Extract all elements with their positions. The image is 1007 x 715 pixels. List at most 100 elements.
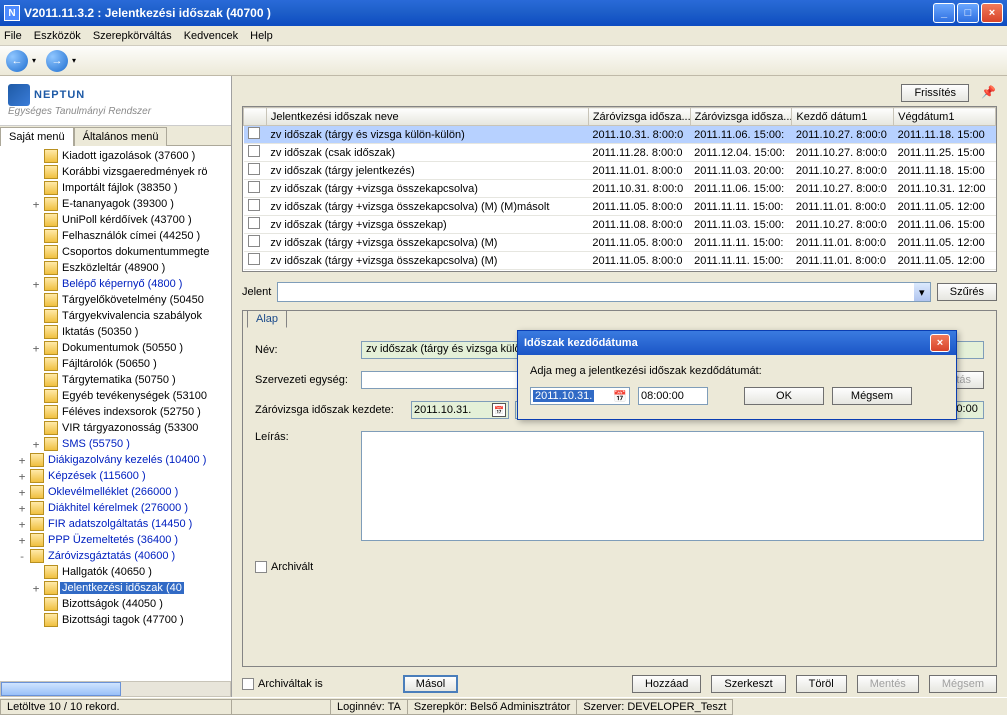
tree-item[interactable]: +Dokumentumok (50550 ) [2,340,229,356]
tree-item[interactable]: Kiadott igazolások (37600 ) [2,148,229,164]
tree-h-scrollbar[interactable] [0,681,231,697]
edit-button[interactable]: Szerkeszt [711,675,785,693]
delete-button[interactable]: Töröl [796,675,847,693]
menu-fav[interactable]: Kedvencek [184,30,238,42]
left-tabs: Saját menü Általános menü [0,126,231,146]
table-row[interactable]: zv időszak (tárgy +vizsga összekapcsolva… [244,252,996,270]
filter-combo[interactable]: ▾ [277,282,930,302]
maximize-button[interactable]: □ [957,3,979,23]
table-row[interactable]: zv időszak (tárgy jelentkezés)2011.11.01… [244,162,996,180]
tree-item[interactable]: +Jelentkezési időszak (40 [2,580,229,596]
tree-item[interactable]: Féléves indexsorok (52750 ) [2,404,229,420]
column-header[interactable]: Végdátum1 [894,108,996,126]
tree-item[interactable]: Bizottságok (44050 ) [2,596,229,612]
table-row[interactable]: zv időszak (tárgy és vizsga külön-külön)… [244,126,996,144]
menu-help[interactable]: Help [250,30,273,42]
dialog-time-input[interactable]: 08:00:00 [638,387,708,405]
records-table[interactable]: Jelentkezési időszak neveZáróvizsga idős… [242,106,997,272]
tree-item[interactable]: +Diákigazolvány kezelés (10400 ) [2,452,229,468]
filter-button[interactable]: Szűrés [937,283,997,301]
form-tab-basic[interactable]: Alap [247,310,287,328]
tree-item[interactable]: +E-tananyagok (39300 ) [2,196,229,212]
tree-item[interactable]: Tárgyekvivalencia szabályok [2,308,229,324]
calendar-icon[interactable]: 📅 [492,403,506,417]
row-checkbox[interactable] [248,127,260,139]
tab-general-menu[interactable]: Általános menü [74,127,168,146]
tree-item[interactable]: +SMS (55750 ) [2,436,229,452]
tree-item[interactable]: Eszközleltár (48900 ) [2,260,229,276]
cancel-button[interactable]: Mégsem [929,675,997,693]
row-checkbox[interactable] [248,235,260,247]
tree-item[interactable]: Korábbi vizsgaeredmények rö [2,164,229,180]
copy-button[interactable]: Másol [403,675,458,693]
row-checkbox[interactable] [248,145,260,157]
tree-item[interactable]: -Záróvizsgáztatás (40600 ) [2,548,229,564]
tree-item[interactable]: Hallgatók (40650 ) [2,564,229,580]
table-row[interactable]: zv időszak (tárgy +vizsga összekapcsolva… [244,180,996,198]
folder-icon [30,469,44,483]
tree-item[interactable]: Felhasználók címei (44250 ) [2,228,229,244]
logo-area: NEPTUN Egységes Tanulmányi Rendszer [0,76,231,126]
tree-item[interactable]: +PPP Üzemeltetés (36400 ) [2,532,229,548]
nav-tree[interactable]: Kiadott igazolások (37600 )Korábbi vizsg… [0,146,231,681]
row-checkbox[interactable] [248,181,260,193]
table-row[interactable]: zv időszak (tárgy +vizsga összekapcsolva… [244,234,996,252]
tree-item[interactable]: Bizottsági tagok (47700 ) [2,612,229,628]
menu-tools[interactable]: Eszközök [34,30,81,42]
row-checkbox[interactable] [248,271,260,272]
dialog-ok-button[interactable]: OK [744,387,824,405]
refresh-button[interactable]: Frissítés [901,84,969,102]
tree-item[interactable]: +Belépő képernyő (4800 ) [2,276,229,292]
table-row[interactable]: 2011.11.13. 8:00:02011.11.17. 12:00 [244,270,996,273]
nav-forward-button[interactable]: → [46,50,68,72]
tree-item[interactable]: Csoportos dokumentummegte [2,244,229,260]
tree-item[interactable]: Fájltárolók (50650 ) [2,356,229,372]
column-header[interactable]: Záróvizsga idősza... [690,108,792,126]
start-date-input[interactable]: 2011.10.31.📅 [411,401,509,419]
tree-item[interactable]: UniPoll kérdőívek (43700 ) [2,212,229,228]
tree-item[interactable]: Egyéb tevékenységek (53100 [2,388,229,404]
status-server: Szerver: DEVELOPER_Teszt [576,699,733,715]
tree-item[interactable]: +Diákhitel kérelmek (276000 ) [2,500,229,516]
tab-own-menu[interactable]: Saját menü [0,127,74,146]
minimize-button[interactable]: _ [933,3,955,23]
nav-back-button[interactable]: ← [6,50,28,72]
dialog-cancel-button[interactable]: Mégsem [832,387,912,405]
dialog-close-button[interactable]: × [930,334,950,352]
row-checkbox[interactable] [248,163,260,175]
tree-item[interactable]: +Képzések (115600 ) [2,468,229,484]
name-label: Név: [255,344,355,356]
row-checkbox[interactable] [248,253,260,265]
tree-item[interactable]: Tárgyelőkövetelmény (50450 [2,292,229,308]
row-checkbox[interactable] [248,217,260,229]
column-header[interactable]: Kezdő dátum1 [792,108,894,126]
table-row[interactable]: zv időszak (tárgy +vizsga összekap)2011.… [244,216,996,234]
table-row[interactable]: zv időszak (csak időszak)2011.11.28. 8:0… [244,144,996,162]
dropdown-icon[interactable]: ▾ [914,283,930,301]
tree-item[interactable]: Tárgytematika (50750 ) [2,372,229,388]
tree-item[interactable]: +Oklevélmelléklet (266000 ) [2,484,229,500]
column-header[interactable]: Záróvizsga idősza... [588,108,690,126]
forward-dropdown-icon[interactable]: ▾ [72,56,76,65]
pin-icon[interactable] [981,85,997,101]
tree-item[interactable]: +FIR adatszolgáltatás (14450 ) [2,516,229,532]
dialog-date-input[interactable]: 2011.10.31.📅 [530,387,630,405]
save-button[interactable]: Mentés [857,675,919,693]
add-button[interactable]: Hozzáad [632,675,701,693]
archived-checkbox[interactable] [255,561,267,573]
close-button[interactable]: × [981,3,1003,23]
menu-file[interactable]: File [4,30,22,42]
row-checkbox[interactable] [248,199,260,211]
desc-textarea[interactable] [361,431,984,541]
table-row[interactable]: zv időszak (tárgy +vizsga összekapcsolva… [244,198,996,216]
calendar-icon[interactable]: 📅 [613,390,627,403]
column-header[interactable]: Jelentkezési időszak neve [266,108,588,126]
back-dropdown-icon[interactable]: ▾ [32,56,36,65]
column-header[interactable] [244,108,267,126]
filter-row: Jelent ▾ Szűrés [242,282,997,302]
menu-role[interactable]: Szerepkörváltás [93,30,172,42]
archived-also-checkbox[interactable] [242,678,254,690]
tree-item[interactable]: VIR tárgyazonosság (53300 [2,420,229,436]
tree-item[interactable]: Importált fájlok (38350 ) [2,180,229,196]
tree-item[interactable]: Iktatás (50350 ) [2,324,229,340]
